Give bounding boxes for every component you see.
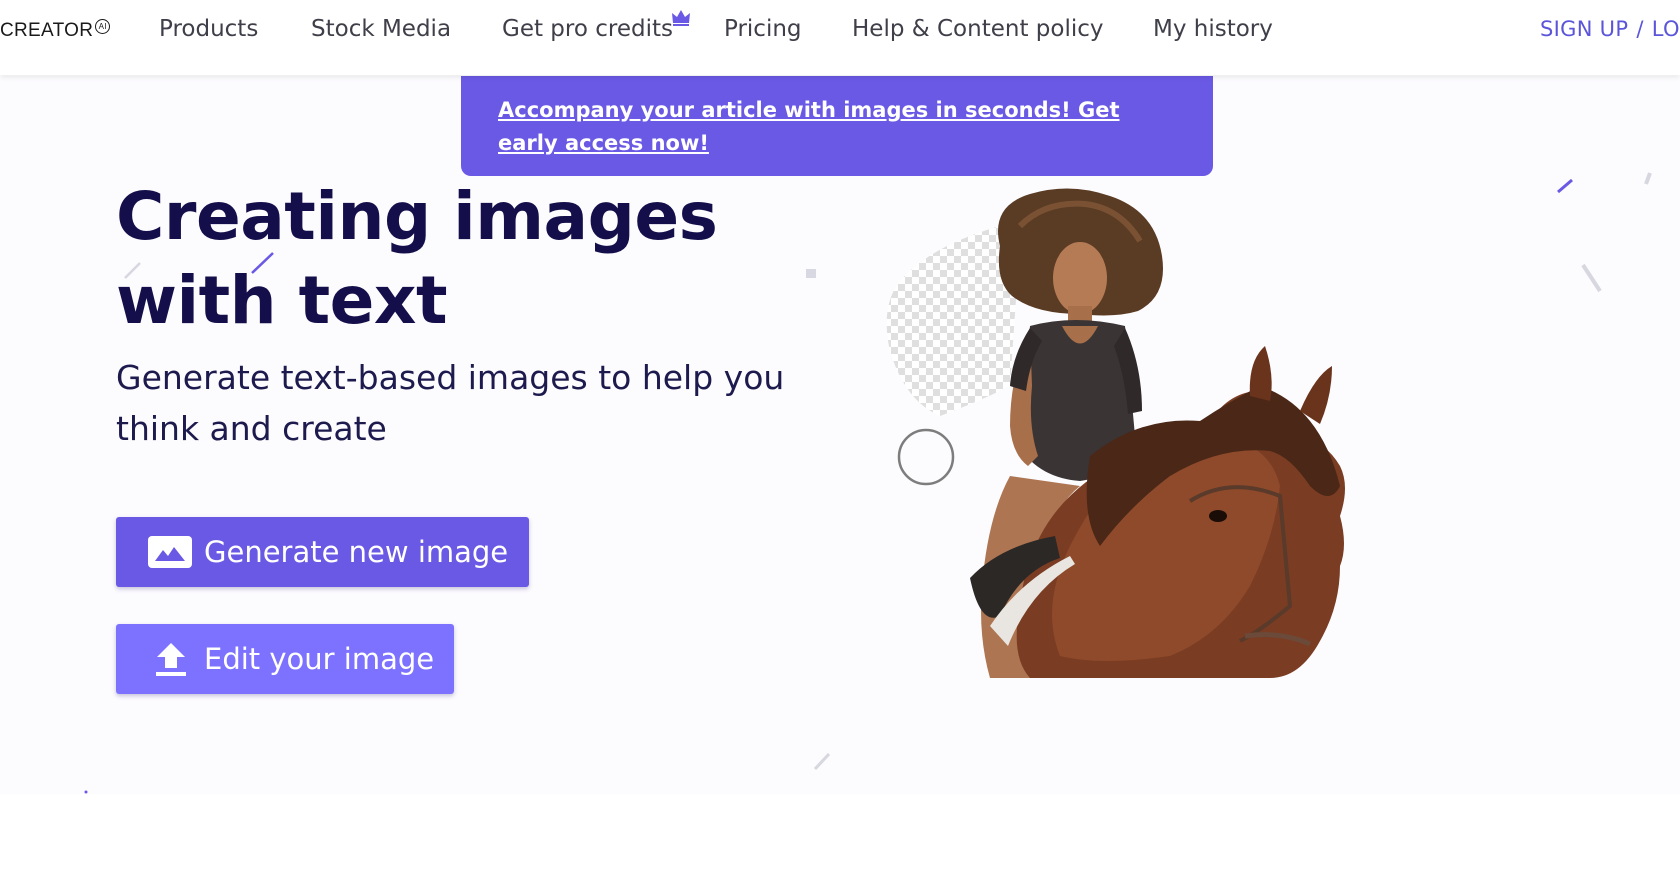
upload-icon xyxy=(156,643,186,676)
sign-up-link[interactable]: SIGN UP xyxy=(1540,17,1628,41)
main-nav: Products Stock Media Get pro credits Pri… xyxy=(0,0,1300,75)
nav-my-history[interactable]: My history xyxy=(1153,16,1273,42)
login-link[interactable]: LOG xyxy=(1652,17,1680,41)
nav-help-content-policy[interactable]: Help & Content policy xyxy=(852,16,1103,42)
auth-links: SIGN UP / LOG xyxy=(1540,17,1680,41)
crown-icon xyxy=(672,10,690,26)
nav-stock-media[interactable]: Stock Media xyxy=(311,16,451,42)
nav-pricing[interactable]: Pricing xyxy=(724,16,802,42)
image-icon xyxy=(148,536,192,568)
hero-title: Creating images with text xyxy=(116,178,718,339)
announcement-banner: Accompany your article with images in se… xyxy=(461,76,1213,176)
edit-your-image-button[interactable]: Edit your image xyxy=(116,624,454,694)
edit-your-image-label: Edit your image xyxy=(204,642,435,676)
generate-new-image-button[interactable]: Generate new image xyxy=(116,517,529,587)
banner-link[interactable]: Accompany your article with images in se… xyxy=(498,94,1178,160)
nav-get-pro-credits[interactable]: Get pro credits xyxy=(502,16,673,42)
hero-illustration xyxy=(886,188,1345,678)
top-navigation-bar: CREATOR AI Products Stock Media Get pro … xyxy=(0,0,1680,75)
auth-separator: / xyxy=(1636,17,1644,41)
hero-subtitle: Generate text-based images to help you t… xyxy=(116,358,785,448)
nav-products[interactable]: Products xyxy=(159,16,258,42)
generate-new-image-label: Generate new image xyxy=(204,535,509,569)
